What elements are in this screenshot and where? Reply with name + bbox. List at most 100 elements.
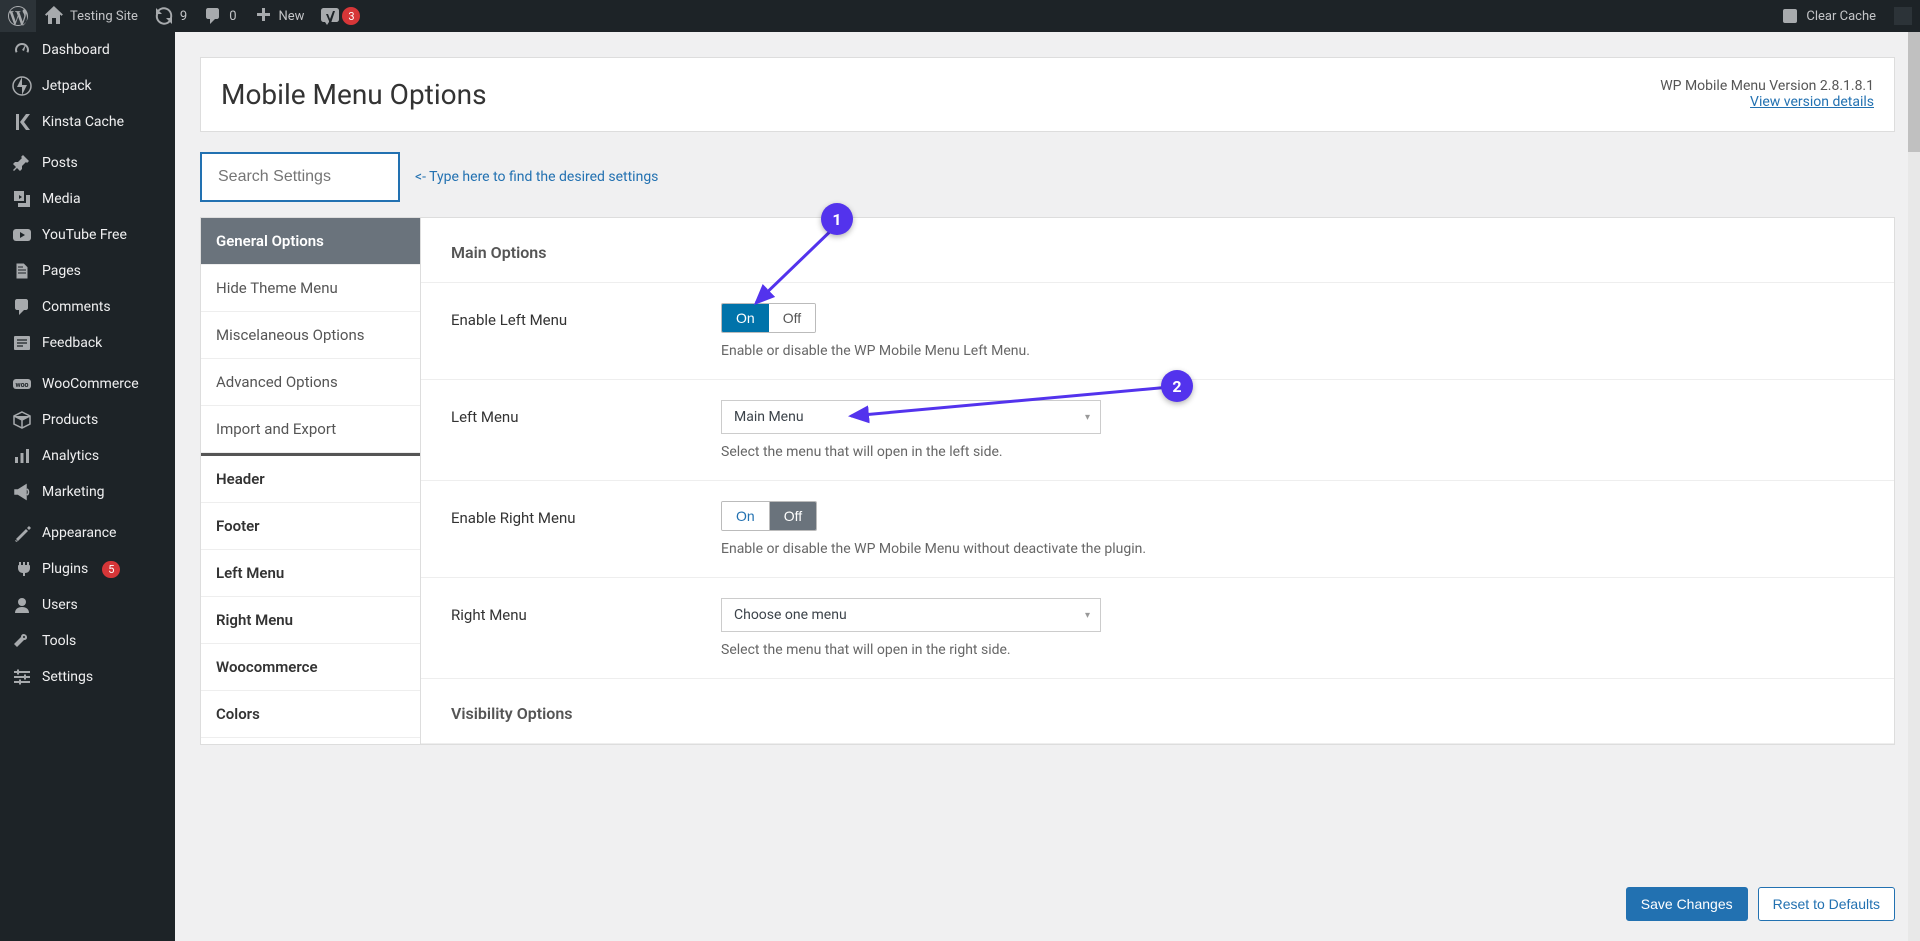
youtube-icon: [12, 225, 32, 245]
nav-import-export[interactable]: Import and Export: [201, 406, 420, 453]
marketing-icon: [12, 482, 32, 502]
dashboard-icon: [12, 40, 32, 60]
comments-icon: [12, 297, 32, 317]
bottom-action-bar: Save Changes Reset to Defaults: [1626, 887, 1895, 921]
nav-footer[interactable]: Footer: [201, 503, 420, 550]
pin-icon: [12, 153, 32, 173]
options-content: Main Options Enable Left Menu On Off Ena…: [421, 218, 1894, 744]
toggle-off-button[interactable]: Off: [769, 304, 815, 332]
comment-icon: [203, 6, 223, 26]
yoast-link[interactable]: 3: [312, 0, 368, 32]
tools-icon: [12, 631, 32, 651]
sidebar-tools[interactable]: Tools: [0, 623, 175, 659]
analytics-icon: [12, 446, 32, 466]
new-content-link[interactable]: New: [245, 0, 313, 32]
update-icon: [154, 6, 174, 26]
toggle-off-button[interactable]: Off: [770, 502, 816, 530]
nav-header[interactable]: Header: [201, 456, 420, 503]
toggle-enable-left: On Off: [721, 303, 816, 333]
left-menu-select[interactable]: Main Menu: [721, 400, 1101, 434]
yoast-notif-count: 3: [342, 7, 360, 25]
comments-count: 0: [229, 9, 236, 24]
nav-general-options[interactable]: General Options: [201, 218, 420, 265]
sidebar-settings[interactable]: Settings: [0, 659, 175, 695]
option-desc: Enable or disable the WP Mobile Menu Lef…: [721, 343, 1864, 359]
option-desc: Select the menu that will open in the ri…: [721, 642, 1864, 658]
products-icon: [12, 410, 32, 430]
nav-woocommerce[interactable]: Woocommerce: [201, 644, 420, 691]
search-settings-input[interactable]: [200, 152, 400, 202]
plus-icon: [253, 6, 273, 26]
sidebar-feedback[interactable]: Feedback: [0, 325, 175, 361]
pages-icon: [12, 261, 32, 281]
updates-link[interactable]: 9: [146, 0, 195, 32]
nav-hide-theme-menu[interactable]: Hide Theme Menu: [201, 265, 420, 312]
content-area: Mobile Menu Options WP Mobile Menu Versi…: [175, 32, 1920, 941]
right-menu-select[interactable]: Choose one menu: [721, 598, 1101, 632]
sidebar-plugins[interactable]: Plugins5: [0, 551, 175, 587]
toggle-enable-right: On Off: [721, 501, 817, 531]
site-name-link[interactable]: Testing Site: [36, 0, 146, 32]
wp-logo-menu[interactable]: [0, 0, 36, 32]
wordpress-icon: [8, 6, 28, 26]
yoast-icon: [320, 6, 340, 26]
nav-left-menu[interactable]: Left Menu: [201, 550, 420, 597]
nav-right-menu[interactable]: Right Menu: [201, 597, 420, 644]
toggle-on-button[interactable]: On: [722, 304, 769, 332]
nav-misc-options[interactable]: Miscelaneous Options: [201, 312, 420, 359]
sidebar-products[interactable]: Products: [0, 402, 175, 438]
content-scrollbar-track: [1908, 32, 1920, 941]
sidebar-jetpack[interactable]: Jetpack: [0, 68, 175, 104]
new-label: New: [279, 9, 305, 24]
comments-link[interactable]: 0: [195, 0, 244, 32]
reset-defaults-button[interactable]: Reset to Defaults: [1758, 887, 1895, 921]
content-scrollbar-thumb[interactable]: [1908, 32, 1920, 152]
version-details-link[interactable]: View version details: [1750, 94, 1874, 110]
clear-cache-link[interactable]: Clear Cache: [1772, 0, 1884, 32]
sidebar-analytics[interactable]: Analytics: [0, 438, 175, 474]
sidebar-marketing[interactable]: Marketing: [0, 474, 175, 510]
site-name-text: Testing Site: [70, 9, 138, 24]
appearance-icon: [12, 523, 32, 543]
sidebar-woocommerce[interactable]: wooWooCommerce: [0, 366, 175, 402]
users-icon: [12, 595, 32, 615]
nav-colors[interactable]: Colors: [201, 691, 420, 738]
sidebar-appearance[interactable]: Appearance: [0, 515, 175, 551]
save-changes-button[interactable]: Save Changes: [1626, 887, 1748, 921]
sidebar-media[interactable]: Media: [0, 181, 175, 217]
admin-sidebar: Dashboard Jetpack Kinsta Cache Posts Med…: [0, 32, 175, 941]
clear-cache-icon: [1780, 6, 1800, 26]
sidebar-posts[interactable]: Posts: [0, 145, 175, 181]
kinsta-icon: [12, 112, 32, 132]
option-right-menu-select: Right Menu Choose one menu Select the me…: [421, 578, 1894, 679]
option-label: Left Menu: [451, 400, 721, 426]
clear-cache-label: Clear Cache: [1806, 9, 1876, 24]
option-label: Enable Right Menu: [451, 501, 721, 527]
plugins-count-badge: 5: [102, 561, 120, 578]
svg-text:woo: woo: [15, 381, 28, 389]
options-panel: General Options Hide Theme Menu Miscelan…: [200, 217, 1895, 745]
option-desc: Enable or disable the WP Mobile Menu wit…: [721, 541, 1864, 557]
topbar-end-box: [1894, 7, 1912, 25]
plugins-icon: [12, 559, 32, 579]
media-icon: [12, 189, 32, 209]
updates-count: 9: [180, 9, 187, 24]
sidebar-pages[interactable]: Pages: [0, 253, 175, 289]
sidebar-dashboard[interactable]: Dashboard: [0, 32, 175, 68]
nav-advanced-options[interactable]: Advanced Options: [201, 359, 420, 406]
option-left-menu-select: Left Menu Main Menu Select the menu that…: [421, 380, 1894, 481]
sidebar-youtube[interactable]: YouTube Free: [0, 217, 175, 253]
sidebar-kinsta[interactable]: Kinsta Cache: [0, 104, 175, 140]
home-icon: [44, 6, 64, 26]
page-header: Mobile Menu Options WP Mobile Menu Versi…: [200, 57, 1895, 132]
sidebar-users[interactable]: Users: [0, 587, 175, 623]
option-desc: Select the menu that will open in the le…: [721, 444, 1864, 460]
sidebar-comments[interactable]: Comments: [0, 289, 175, 325]
section-main-options: Main Options: [421, 218, 1894, 283]
jetpack-icon: [12, 76, 32, 96]
option-enable-left-menu: Enable Left Menu On Off Enable or disabl…: [421, 283, 1894, 380]
search-hint-text: <- Type here to find the desired setting…: [415, 169, 658, 185]
search-wrap: <- Type here to find the desired setting…: [200, 147, 1895, 217]
option-enable-right-menu: Enable Right Menu On Off Enable or disab…: [421, 481, 1894, 578]
toggle-on-button[interactable]: On: [722, 502, 770, 530]
